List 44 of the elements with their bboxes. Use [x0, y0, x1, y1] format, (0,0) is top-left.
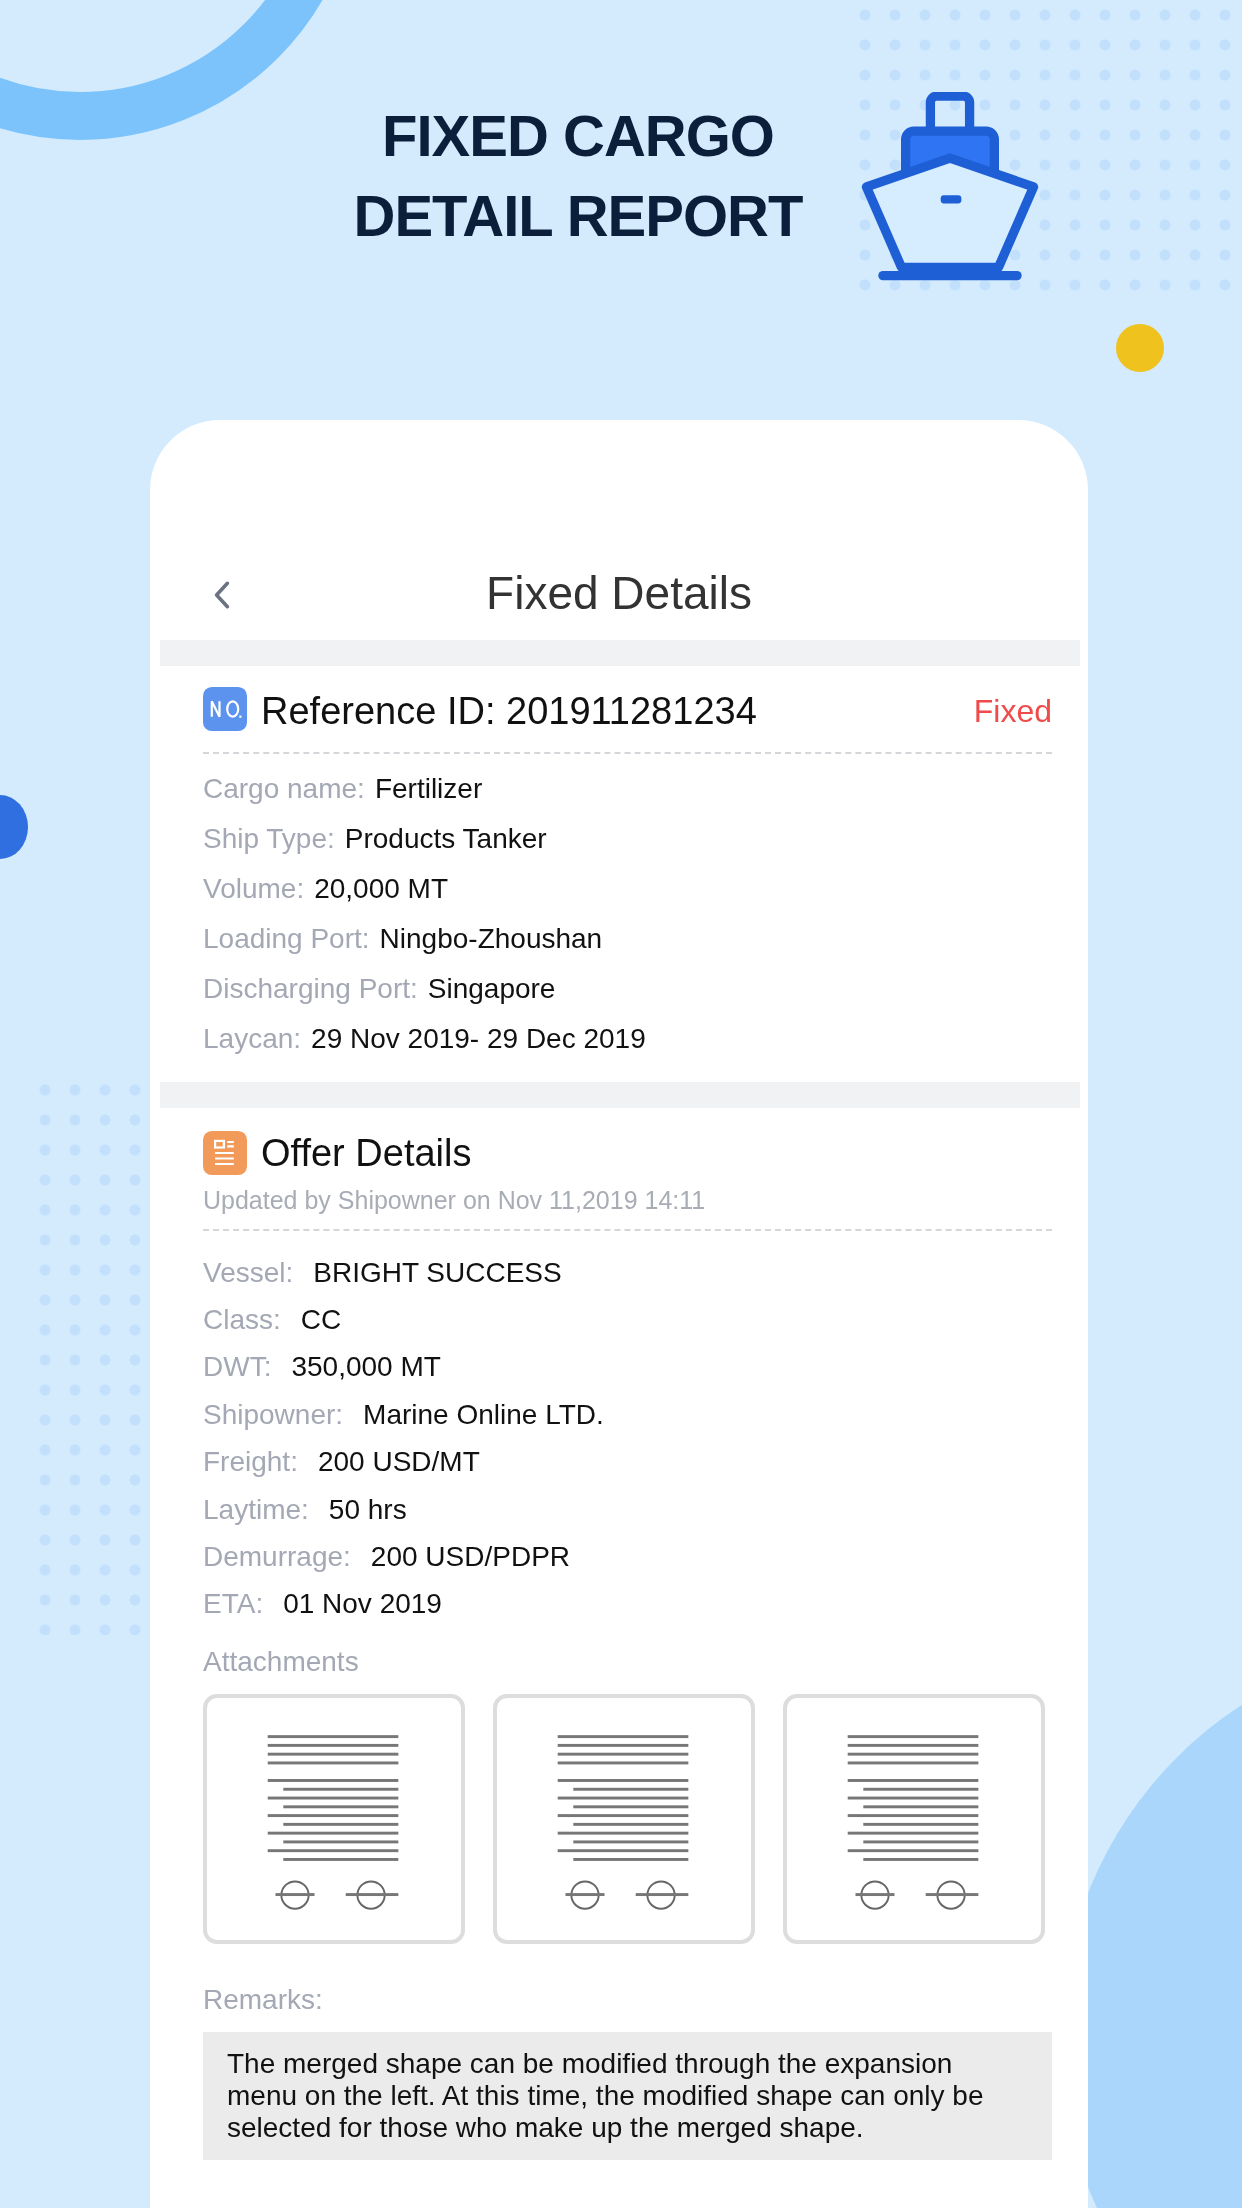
- field-value: Ningbo-Zhoushan: [379, 923, 603, 955]
- field-label: Cargo name:: [203, 773, 365, 805]
- field-value: CC: [300, 1304, 342, 1337]
- field-value: BRIGHT SUCCESS: [313, 1256, 562, 1289]
- field-label: Volume:: [203, 873, 305, 905]
- screen-title: Fixed Details: [486, 566, 752, 620]
- field-value: 29 Nov 2019- 29 Dec 2019: [311, 1023, 646, 1055]
- field-label: Loading Port:: [203, 923, 370, 955]
- field-value: Fertilizer: [374, 773, 483, 805]
- attachments-label: Attachments: [203, 1646, 360, 1679]
- status-label: Fixed: [973, 692, 1052, 730]
- field-label: Laytime:: [203, 1493, 309, 1526]
- update-note: Updated by Shipowner on Nov 11,2019 14:11: [203, 1186, 707, 1215]
- back-icon[interactable]: [213, 580, 231, 610]
- attachment-thumbnail[interactable]: [783, 1694, 1045, 1945]
- accent-dot: [1116, 324, 1164, 372]
- field-label: Freight:: [203, 1446, 298, 1479]
- field-value: 200 USD/PDPR: [370, 1541, 571, 1574]
- field-label: Vessel:: [203, 1256, 294, 1289]
- section-title: Offer Details: [261, 1131, 472, 1175]
- field-label: Discharging Port:: [203, 973, 418, 1005]
- field-value: Marine Online LTD.: [363, 1398, 604, 1431]
- remarks-text: The merged shape can be modified through the expansion menu on the left. At this time, the modified shape can only be selected for those who make up the merged shape.: [203, 2032, 1052, 2161]
- attachment-thumbnail[interactable]: [493, 1694, 755, 1945]
- field-label: Laycan:: [203, 1023, 302, 1055]
- field-value: 200 USD/MT: [317, 1446, 480, 1479]
- field-label: ETA:: [203, 1588, 264, 1621]
- document-icon: [203, 1131, 247, 1175]
- headline: FIXED CARGO: [382, 102, 774, 170]
- field-value: Products Tanker: [344, 823, 547, 855]
- headline: DETAIL REPORT: [353, 182, 803, 250]
- field-label: Ship Type:: [203, 823, 335, 855]
- remarks-label: Remarks:: [203, 1984, 324, 2017]
- field-label: Shipowner:: [203, 1398, 344, 1431]
- field-value: 50 hrs: [328, 1493, 407, 1526]
- attachment-thumbnail[interactable]: [203, 1694, 465, 1945]
- field-value: Singapore: [427, 973, 556, 1005]
- field-label: DWT:: [203, 1351, 272, 1384]
- field-label: Demurrage:: [203, 1541, 351, 1574]
- field-label: Class:: [203, 1304, 281, 1337]
- field-value: 01 Nov 2019: [283, 1588, 442, 1621]
- field-value: 350,000 MT: [291, 1351, 441, 1384]
- reference-id: Reference ID: 201911281234: [261, 689, 757, 733]
- field-value: 20,000 MT: [314, 873, 449, 905]
